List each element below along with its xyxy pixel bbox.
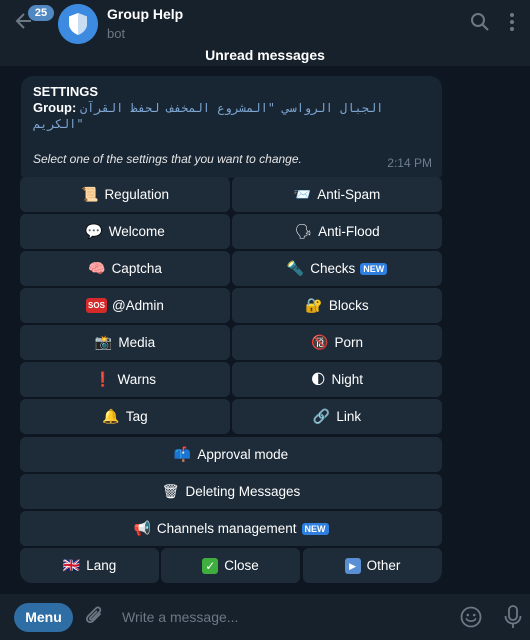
close-label: Close [224, 558, 259, 573]
anti-spam-button[interactable]: 📨 Anti-Spam [232, 177, 442, 212]
message-time: 2:14 PM [387, 156, 432, 170]
paperclip-icon[interactable] [84, 605, 106, 629]
blocks-label: Blocks [328, 298, 369, 313]
avatar[interactable] [58, 4, 98, 44]
uk-flag-icon: 🇬🇧 [62, 557, 81, 573]
group-label: Group: [33, 100, 77, 115]
shield-icon [58, 4, 98, 44]
channels-management-button[interactable]: 📢 Channels management NEW [20, 511, 442, 546]
welcome-label: Welcome [108, 224, 165, 239]
admin-button[interactable]: SOS @Admin [20, 288, 230, 323]
no-under-18-icon: 🔞 [311, 334, 329, 350]
check-mark-icon: ✓ [202, 557, 219, 574]
unread-messages-divider: Unread messages [0, 44, 530, 66]
mailbox-icon: 📫 [173, 446, 192, 462]
new-badge-icon: NEW [360, 262, 388, 275]
bell-icon: 🔔 [102, 408, 120, 424]
unread-messages-label: Unread messages [205, 47, 325, 63]
exclamation-icon: ❗ [94, 371, 112, 387]
regulation-label: Regulation [104, 187, 169, 202]
smiley-icon[interactable] [459, 605, 483, 629]
tag-button[interactable]: 🔔 Tag [20, 399, 230, 434]
brain-icon: 🧠 [88, 260, 106, 276]
regulation-button[interactable]: 📜 Regulation [20, 177, 230, 212]
unread-count-text: 25 [34, 7, 48, 19]
more-vertical-icon[interactable] [500, 12, 524, 36]
channels-management-label: Channels management [156, 521, 297, 536]
flashlight-icon: 🔦 [286, 260, 305, 276]
porn-label: Porn [334, 335, 363, 350]
scroll-icon: 📜 [81, 186, 99, 202]
approval-mode-button[interactable]: 📫 Approval mode [20, 437, 442, 472]
night-label: Night [331, 372, 364, 387]
loudspeaker-icon: 📢 [133, 520, 151, 536]
unread-count-badge: 25 [28, 5, 54, 21]
deleting-messages-label: Deleting Messages [185, 484, 301, 499]
microphone-icon[interactable] [501, 604, 525, 630]
locked-with-key-icon: 🔐 [305, 297, 323, 313]
approval-mode-label: Approval mode [197, 447, 289, 462]
night-button[interactable]: 🌓 Night [232, 362, 442, 397]
incoming-envelope-icon: 📨 [293, 186, 312, 202]
media-button[interactable]: 📸 Media [20, 325, 230, 360]
message-group-line: Group: الجبال الرواسي "المشروع المخفف لح… [33, 100, 430, 132]
checks-button[interactable]: 🔦 Checks NEW [232, 251, 442, 286]
captcha-button[interactable]: 🧠 Captcha [20, 251, 230, 286]
chat-title[interactable]: Group Help [107, 6, 183, 22]
moon-icon: 🌓 [310, 371, 326, 387]
search-icon[interactable] [468, 12, 492, 36]
wastebasket-icon: 🗑 [161, 483, 180, 499]
porn-button[interactable]: 🔞 Porn [232, 325, 442, 360]
link-label: Link [336, 409, 362, 424]
deleting-messages-button[interactable]: 🗑 Deleting Messages [20, 474, 442, 509]
checks-label: Checks [310, 261, 356, 276]
message-input-bar: Menu [0, 594, 530, 640]
chat-subtitle: bot [107, 26, 126, 41]
warns-label: Warns [117, 372, 156, 387]
warns-button[interactable]: ❗ Warns [20, 362, 230, 397]
menu-button[interactable]: Menu [14, 603, 73, 632]
camera-flash-icon: 📸 [94, 334, 113, 350]
new-badge-icon: NEW [301, 522, 329, 535]
blocks-button[interactable]: 🔐 Blocks [232, 288, 442, 323]
admin-label: @Admin [111, 298, 164, 313]
other-button[interactable]: ▶ Other [303, 548, 442, 583]
message-input[interactable] [122, 606, 442, 628]
play-icon: ▶ [344, 557, 361, 574]
speech-bubble-icon: 💬 [85, 223, 103, 239]
chat-header: 25 Group Help bot [0, 0, 530, 50]
lang-label: Lang [86, 558, 117, 573]
speaking-head-icon: 🗣 [294, 223, 313, 239]
sos-icon: SOS [86, 298, 107, 313]
welcome-button[interactable]: 💬 Welcome [20, 214, 230, 249]
tag-label: Tag [125, 409, 148, 424]
group-name: الجبال الرواسي "المشروع المخفف لحفظ القر… [33, 101, 384, 131]
captcha-label: Captcha [111, 261, 162, 276]
link-icon: 🔗 [312, 408, 331, 424]
message-title: SETTINGS [33, 84, 99, 99]
link-button[interactable]: 🔗 Link [232, 399, 442, 434]
close-button[interactable]: ✓ Close [161, 548, 300, 583]
anti-flood-button[interactable]: 🗣 Anti-Flood [232, 214, 442, 249]
media-label: Media [118, 335, 156, 350]
other-label: Other [366, 558, 401, 573]
lang-button[interactable]: 🇬🇧 Lang [20, 548, 159, 583]
message-bubble: SETTINGS Group: الجبال الرواسي "المشروع … [21, 76, 442, 178]
message-hint: Select one of the settings that you want… [33, 152, 302, 166]
anti-spam-label: Anti-Spam [317, 187, 381, 202]
anti-flood-label: Anti-Flood [318, 224, 380, 239]
